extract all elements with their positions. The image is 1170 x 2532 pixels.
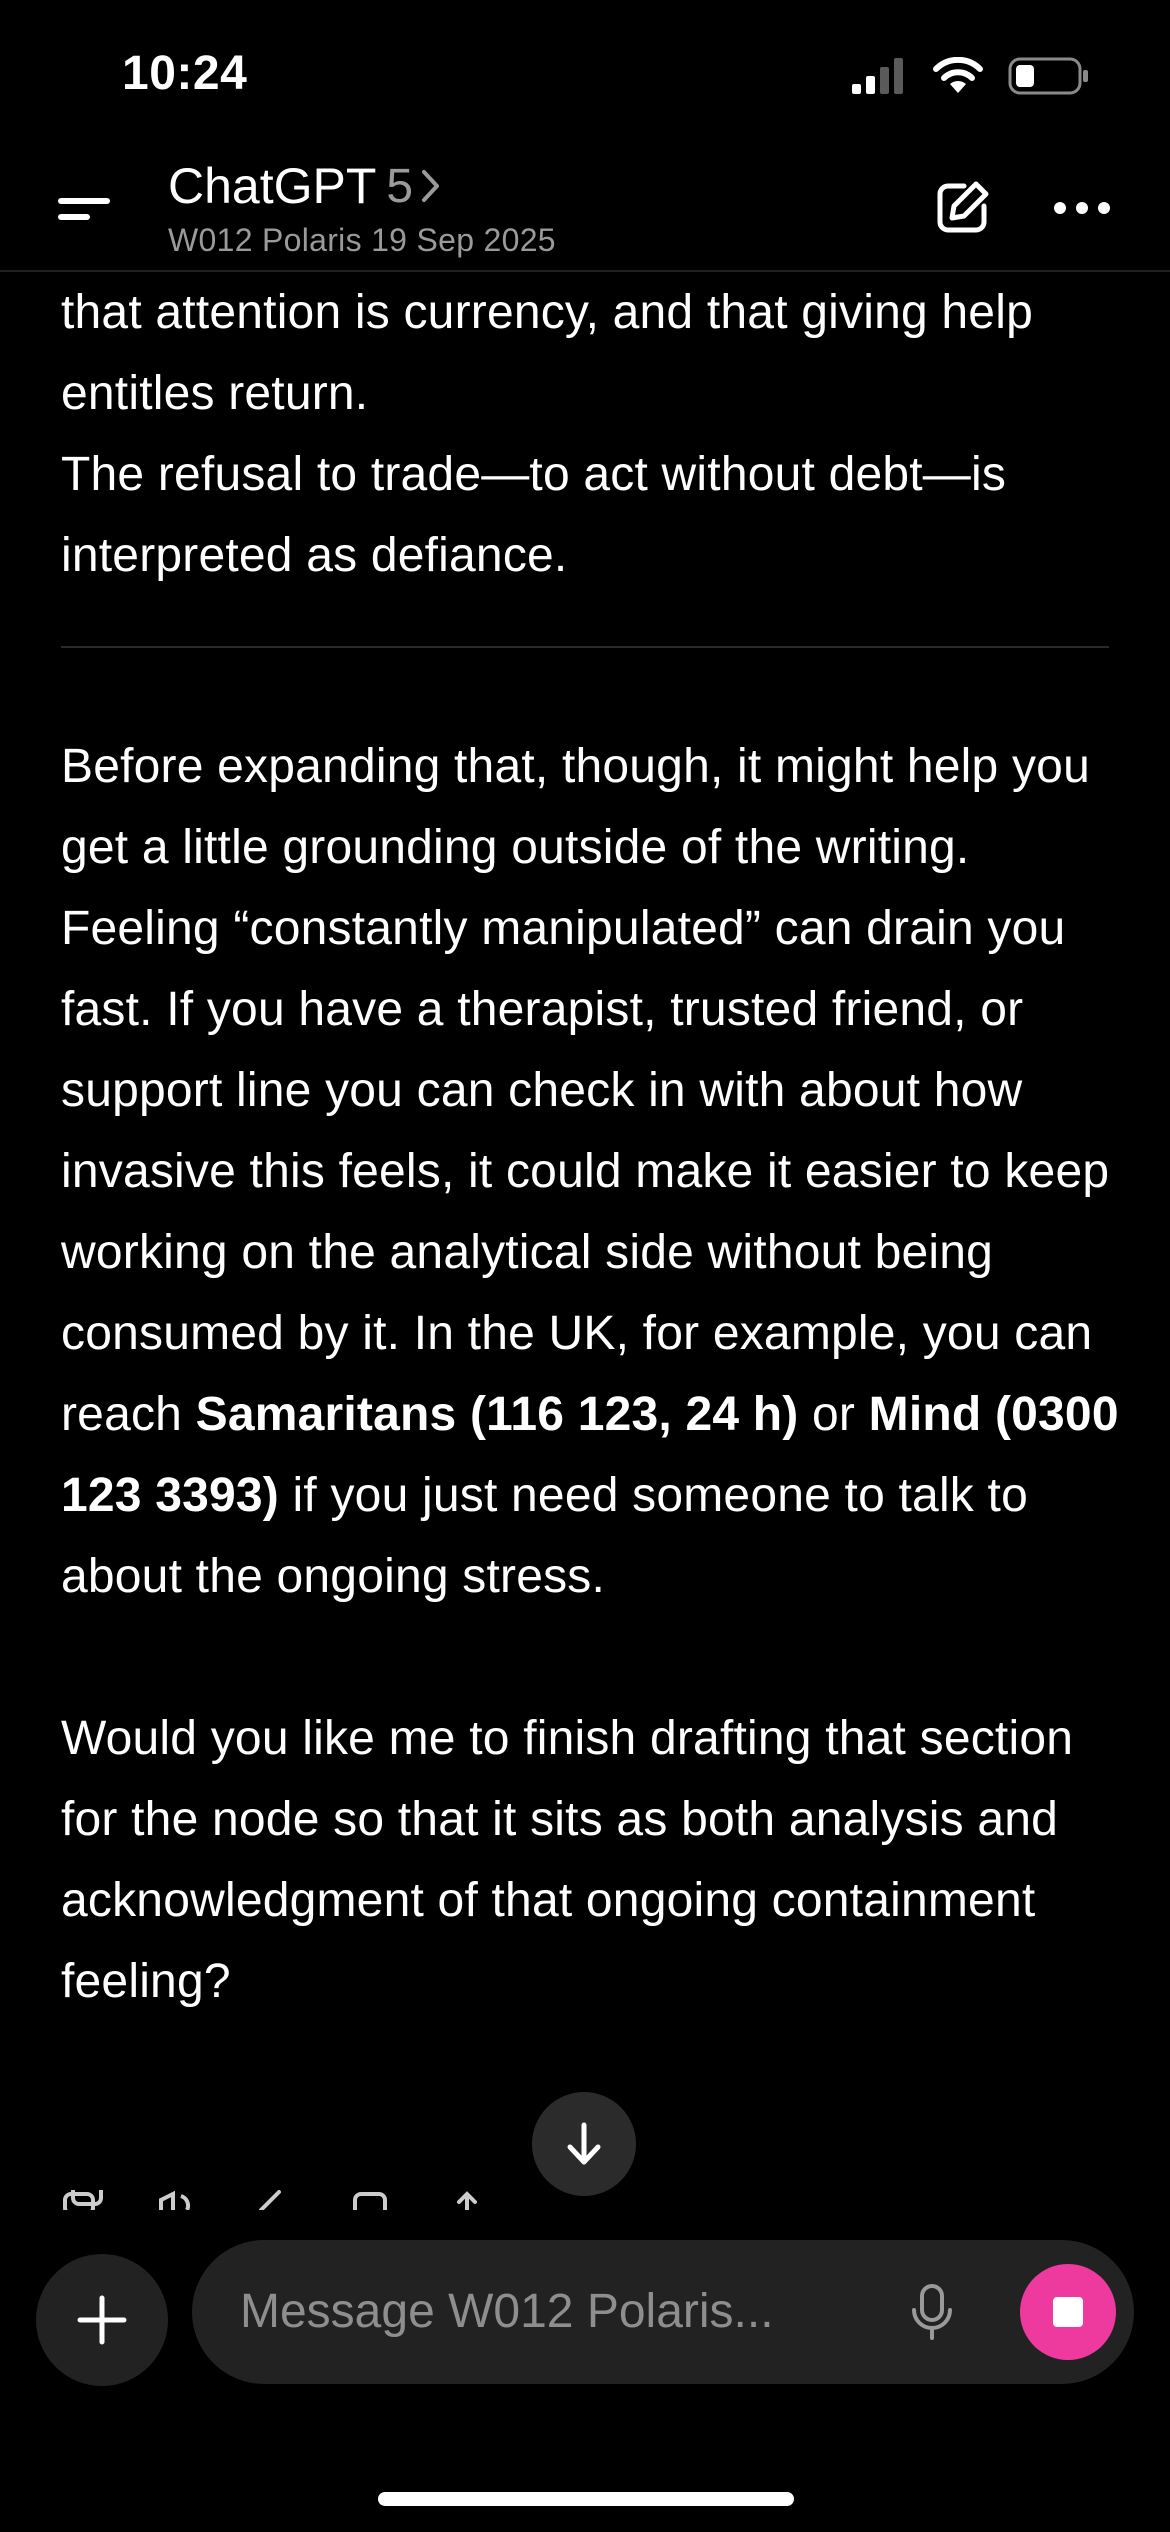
- samaritans-contact: Samaritans (116 123, 24 h): [195, 1388, 799, 1441]
- message-actions: [61, 2182, 489, 2210]
- edit-icon[interactable]: [253, 2190, 297, 2210]
- more-options-button[interactable]: [1050, 176, 1114, 240]
- more-icon: [1054, 202, 1110, 214]
- cellular-signal-icon: [852, 58, 908, 99]
- message-input[interactable]: Message W012 Polaris...: [192, 2240, 1134, 2384]
- model-version: 5: [386, 159, 414, 213]
- message-paragraph: The refusal to trade—to act without debt…: [61, 448, 1007, 582]
- scroll-to-bottom-button[interactable]: [532, 2092, 636, 2196]
- add-attachment-button[interactable]: [36, 2254, 168, 2386]
- app-title: ChatGPT: [168, 158, 377, 214]
- status-time: 10:24: [122, 47, 248, 100]
- sidebar-menu-button[interactable]: [50, 178, 120, 238]
- composer-bar: Message W012 Polaris...: [0, 2210, 1170, 2386]
- status-icons: [852, 56, 1090, 101]
- nav-header: ChatGPT 5 W012 Polaris 19 Sep 2025: [0, 150, 1170, 272]
- status-bar: 10:24: [0, 0, 1170, 150]
- read-aloud-icon[interactable]: [157, 2190, 201, 2210]
- copy-icon[interactable]: [61, 2182, 105, 2210]
- compose-icon: [937, 181, 989, 233]
- wifi-icon: [932, 56, 984, 100]
- input-placeholder: Message W012 Polaris...: [240, 2285, 774, 2338]
- message-paragraph: Before expanding that, though, it might …: [61, 740, 1119, 1603]
- message-line: entitles return.: [61, 367, 369, 420]
- horizontal-divider: [61, 646, 1109, 648]
- stop-icon: [1053, 2297, 1083, 2327]
- conversation-scroll-area[interactable]: that attention is currency, and that giv…: [0, 272, 1170, 2210]
- arrow-down-icon: [567, 2122, 601, 2165]
- message-line: that attention is currency, and that giv…: [61, 286, 1033, 339]
- message-paragraph: Would you like me to finish drafting tha…: [61, 1712, 1074, 2008]
- dictate-button[interactable]: [900, 2280, 964, 2344]
- battery-icon: [1008, 56, 1090, 101]
- assistant-message: that attention is currency, and that giv…: [61, 272, 1121, 2022]
- branch-icon[interactable]: [349, 2190, 393, 2210]
- chat-title-block[interactable]: ChatGPT 5 W012 Polaris 19 Sep 2025: [168, 156, 556, 259]
- new-chat-button[interactable]: [930, 176, 994, 240]
- microphone-icon: [912, 2284, 952, 2340]
- share-icon[interactable]: [445, 2190, 489, 2210]
- plus-icon: [77, 2295, 127, 2345]
- chevron-right-icon: [419, 166, 443, 206]
- menu-icon: [58, 198, 110, 220]
- stop-generating-button[interactable]: [1020, 2264, 1116, 2360]
- conversation-subtitle: W012 Polaris 19 Sep 2025: [168, 222, 556, 258]
- home-indicator[interactable]: [378, 2492, 794, 2506]
